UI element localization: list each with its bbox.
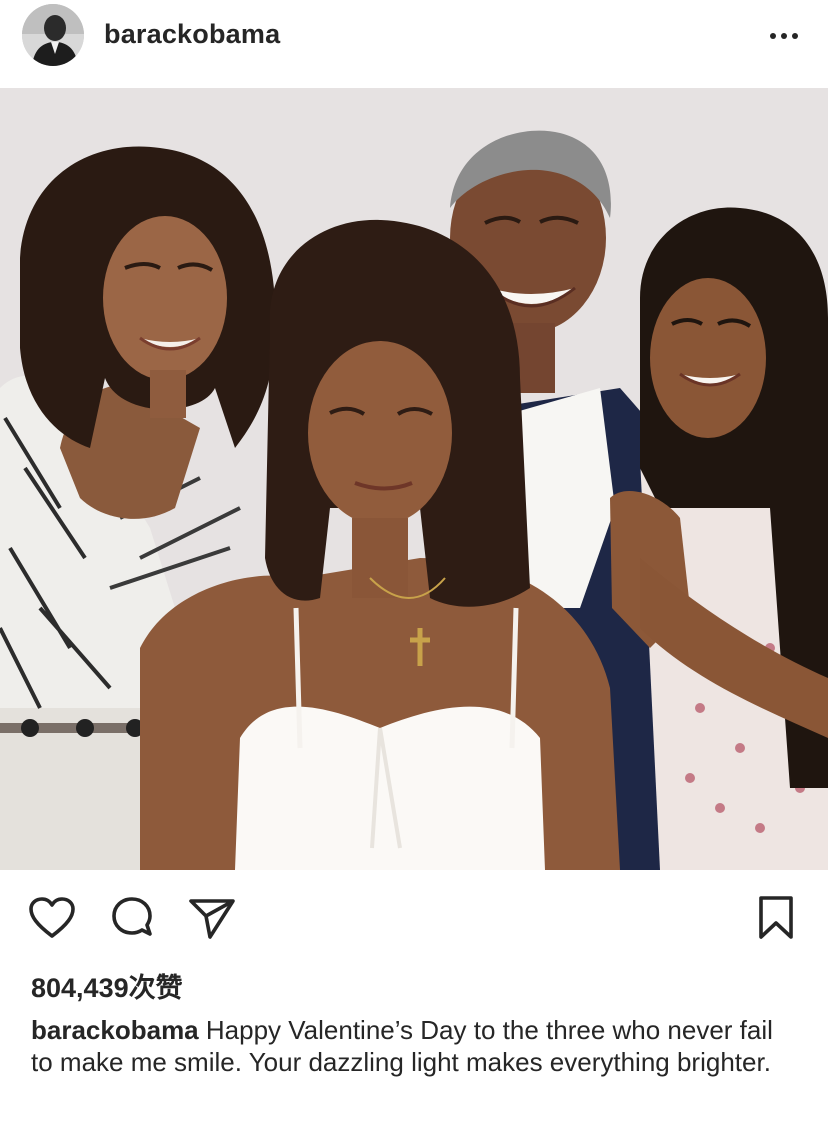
post-header: barackobama bbox=[0, 0, 828, 72]
more-horizontal-icon bbox=[770, 33, 776, 39]
heart-outline-icon bbox=[29, 897, 75, 938]
caption-username[interactable]: barackobama bbox=[31, 1015, 199, 1045]
paper-plane-icon bbox=[189, 899, 235, 939]
like-button[interactable] bbox=[28, 892, 76, 944]
likes-count[interactable]: 804,439次赞 bbox=[31, 966, 183, 1005]
post-actions-bar bbox=[0, 892, 828, 948]
avatar[interactable] bbox=[22, 4, 84, 66]
instagram-post: barackobama 804,439次赞 barackobama Happy … bbox=[0, 0, 828, 1124]
post-photo[interactable] bbox=[0, 88, 828, 870]
more-options-button[interactable] bbox=[764, 22, 804, 50]
save-button[interactable] bbox=[752, 892, 800, 944]
bookmark-outline-icon bbox=[759, 896, 793, 939]
share-button[interactable] bbox=[188, 892, 236, 944]
comment-button[interactable] bbox=[108, 892, 156, 944]
post-username[interactable]: barackobama bbox=[104, 19, 280, 50]
comment-bubble-icon bbox=[112, 897, 152, 936]
post-caption: barackobama Happy Valentine’s Day to the… bbox=[31, 1014, 801, 1078]
